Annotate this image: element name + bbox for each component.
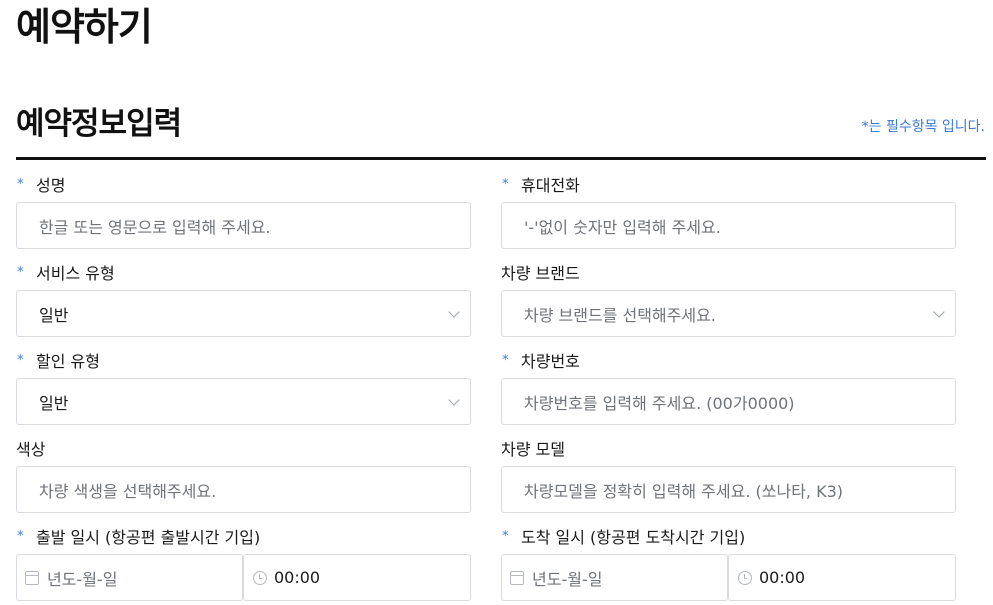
calendar-icon bbox=[510, 570, 524, 585]
departure-field: * 출발 일시 (항공편 출발시간 기입) 년도-월-일 00:00 bbox=[16, 524, 471, 601]
name-input[interactable]: 한글 또는 영문으로 입력해 주세요. bbox=[16, 202, 471, 249]
car-model-label: 차량 모델 bbox=[501, 440, 565, 459]
car-model-input[interactable]: 차량모델을 정확히 입력해 주세요. (쏘나타, K3) bbox=[501, 466, 956, 513]
car-model-field: 차량 모델 차량모델을 정확히 입력해 주세요. (쏘나타, K3) bbox=[501, 436, 956, 513]
service-type-value: 일반 bbox=[39, 305, 69, 325]
page-title: 예약하기 bbox=[16, 5, 153, 49]
discount-type-label: * 할인 유형 bbox=[16, 348, 471, 372]
discount-type-select[interactable]: 일반 bbox=[16, 378, 471, 425]
color-input[interactable]: 차량 색생을 선택해주세요. bbox=[16, 466, 471, 513]
service-type-field: * 서비스 유형 일반 bbox=[16, 260, 471, 337]
car-number-field: * 차량번호 차량번호를 입력해 주세요. (00가0000) bbox=[501, 348, 956, 425]
car-number-input[interactable]: 차량번호를 입력해 주세요. (00가0000) bbox=[501, 378, 956, 425]
car-number-label: * 차량번호 bbox=[501, 348, 956, 372]
calendar-icon bbox=[25, 570, 39, 585]
phone-input[interactable]: '-'없이 숫자만 입력해 주세요. bbox=[501, 202, 956, 249]
section-title: 예약정보입력 bbox=[16, 106, 182, 142]
required-star: * bbox=[17, 352, 24, 368]
arrival-datetime: 년도-월-일 00:00 bbox=[501, 554, 956, 601]
required-star: * bbox=[502, 528, 509, 544]
service-type-label: * 서비스 유형 bbox=[16, 260, 471, 284]
arrival-field: * 도착 일시 (항공편 도착시간 기입) 년도-월-일 00:00 bbox=[501, 524, 956, 601]
arrival-date-placeholder: 년도-월-일 bbox=[532, 569, 603, 589]
phone-label: * 휴대전화 bbox=[501, 172, 956, 196]
chevron-down-icon bbox=[448, 306, 460, 318]
required-star: * bbox=[502, 352, 509, 368]
departure-time-value: 00:00 bbox=[274, 568, 321, 587]
phone-field: * 휴대전화 '-'없이 숫자만 입력해 주세요. bbox=[501, 172, 956, 249]
required-star: * bbox=[17, 264, 24, 280]
arrival-label-text: 도착 일시 (항공편 도착시간 기입) bbox=[521, 528, 746, 547]
car-brand-label: 차량 브랜드 bbox=[501, 264, 580, 283]
section-divider bbox=[16, 157, 986, 160]
arrival-label: * 도착 일시 (항공편 도착시간 기입) bbox=[501, 524, 956, 548]
car-number-placeholder: 차량번호를 입력해 주세요. (00가0000) bbox=[524, 393, 795, 413]
required-note: *는 필수항목 입니다. bbox=[861, 119, 985, 135]
car-brand-placeholder: 차량 브랜드를 선택해주세요. bbox=[524, 305, 716, 325]
chevron-down-icon bbox=[448, 394, 460, 406]
departure-time-input[interactable]: 00:00 bbox=[243, 554, 471, 601]
car-model-placeholder: 차량모델을 정확히 입력해 주세요. (쏘나타, K3) bbox=[524, 481, 843, 501]
departure-date-input[interactable]: 년도-월-일 bbox=[16, 554, 243, 601]
arrival-time-value: 00:00 bbox=[759, 568, 806, 587]
service-type-select[interactable]: 일반 bbox=[16, 290, 471, 337]
required-star: * bbox=[17, 528, 24, 544]
color-label: 색상 bbox=[16, 440, 46, 459]
required-star: * bbox=[502, 176, 509, 192]
phone-label-text: 휴대전화 bbox=[521, 176, 580, 195]
car-brand-select[interactable]: 차량 브랜드를 선택해주세요. bbox=[501, 290, 956, 337]
color-placeholder: 차량 색생을 선택해주세요. bbox=[39, 481, 217, 501]
phone-placeholder: '-'없이 숫자만 입력해 주세요. bbox=[524, 217, 721, 237]
color-field: 색상 차량 색생을 선택해주세요. bbox=[16, 436, 471, 513]
arrival-time-input[interactable]: 00:00 bbox=[728, 554, 956, 601]
discount-type-field: * 할인 유형 일반 bbox=[16, 348, 471, 425]
clock-icon bbox=[738, 570, 752, 585]
name-placeholder: 한글 또는 영문으로 입력해 주세요. bbox=[39, 217, 271, 237]
name-field: * 성명 한글 또는 영문으로 입력해 주세요. bbox=[16, 172, 471, 249]
departure-label-text: 출발 일시 (항공편 출발시간 기입) bbox=[36, 528, 261, 547]
departure-date-placeholder: 년도-월-일 bbox=[47, 569, 118, 589]
clock-icon bbox=[253, 570, 267, 585]
departure-label: * 출발 일시 (항공편 출발시간 기입) bbox=[16, 524, 471, 548]
chevron-down-icon bbox=[933, 306, 945, 318]
discount-type-value: 일반 bbox=[39, 393, 69, 413]
arrival-date-input[interactable]: 년도-월-일 bbox=[501, 554, 728, 601]
service-type-label-text: 서비스 유형 bbox=[36, 264, 115, 283]
name-label-text: 성명 bbox=[36, 176, 66, 195]
discount-type-label-text: 할인 유형 bbox=[36, 352, 100, 371]
car-brand-field: 차량 브랜드 차량 브랜드를 선택해주세요. bbox=[501, 260, 956, 337]
name-label: * 성명 bbox=[16, 172, 471, 196]
required-star: * bbox=[17, 176, 24, 192]
departure-datetime: 년도-월-일 00:00 bbox=[16, 554, 471, 601]
car-number-label-text: 차량번호 bbox=[521, 352, 580, 371]
